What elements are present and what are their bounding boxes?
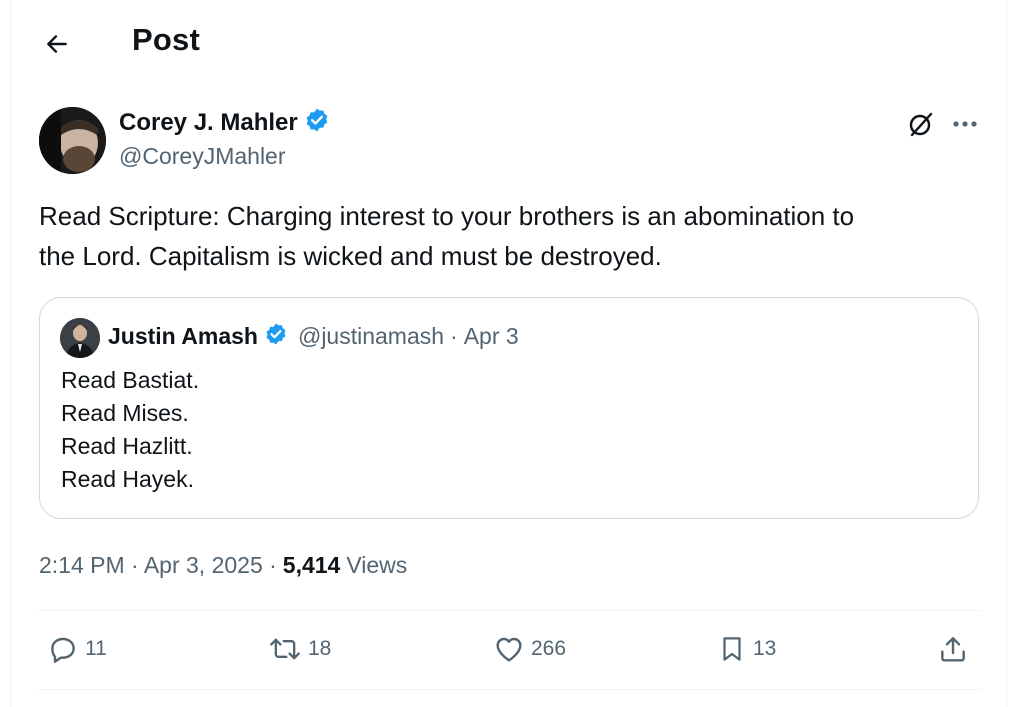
post-timestamp[interactable]: 2:14 PM · Apr 3, 2025 · [39, 552, 277, 579]
avatar-image [60, 318, 100, 358]
divider [39, 689, 981, 690]
author-avatar[interactable] [39, 107, 106, 174]
like-button[interactable]: 266 [493, 633, 566, 665]
repost-count: 18 [308, 637, 332, 660]
quoted-post-text: Read Bastiat. Read Mises. Read Hazlitt. … [61, 367, 200, 492]
reply-button[interactable]: 11 [47, 633, 107, 665]
quoted-post-date[interactable]: Apr 3 [464, 323, 519, 350]
header-bar: Post [11, 0, 1006, 88]
reply-count: 11 [85, 637, 107, 660]
author-name-row: Corey J. Mahler [119, 107, 330, 138]
bookmark-button[interactable]: 13 [717, 633, 776, 665]
bookmark-count: 13 [753, 637, 777, 660]
like-count: 266 [531, 637, 567, 660]
grok-button[interactable] [904, 107, 938, 141]
share-button[interactable] [937, 633, 969, 665]
grok-icon [909, 112, 933, 137]
author-handle[interactable]: @CoreyJMahler [119, 143, 286, 170]
quoted-post-card[interactable]: Justin Amash @justinamash · Apr 3 Read B… [39, 297, 979, 519]
separator-dot: · [450, 323, 458, 349]
repost-button[interactable]: 18 [268, 633, 331, 665]
more-options-button[interactable] [948, 107, 982, 141]
repost-icon [270, 638, 300, 660]
page-title: Post [132, 22, 200, 57]
back-button[interactable] [37, 24, 77, 64]
views-count: 5,414 [282, 552, 341, 578]
quoted-author-name[interactable]: Justin Amash [108, 323, 258, 350]
divider [39, 610, 981, 611]
bookmark-icon [723, 637, 741, 661]
quoted-author-handle[interactable]: @justinamash [298, 323, 444, 350]
verified-badge-icon[interactable] [304, 107, 330, 138]
quoted-post-header: Justin Amash @justinamash · Apr 3 [108, 322, 519, 351]
views-label: Views [346, 552, 408, 578]
heart-icon [496, 637, 522, 662]
avatar-image [39, 107, 106, 174]
reply-icon [51, 637, 75, 663]
post-detail-column: Post Corey J. Mahler @CoreyJMahler Read … [10, 0, 1007, 707]
quoted-author-avatar[interactable] [60, 318, 100, 358]
post-metadata: 2:14 PM · Apr 3, 2025 · 5,414 Views [39, 552, 407, 579]
more-dots-icon [953, 121, 977, 127]
author-name[interactable]: Corey J. Mahler [119, 109, 298, 137]
arrow-left-icon [47, 35, 67, 53]
verified-badge-icon [264, 322, 288, 351]
share-icon [941, 637, 965, 662]
post-text: Read Scripture: Charging interest to you… [39, 201, 855, 271]
